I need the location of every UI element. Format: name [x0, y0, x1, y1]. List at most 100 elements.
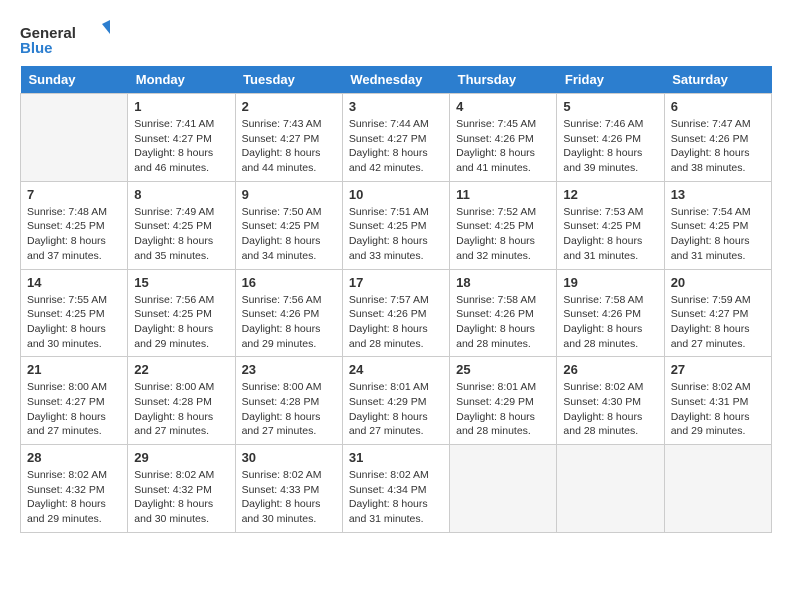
calendar-cell: 11Sunrise: 7:52 AMSunset: 4:25 PMDayligh…	[450, 181, 557, 269]
day-number: 6	[671, 99, 765, 114]
day-number: 10	[349, 187, 443, 202]
day-number: 19	[563, 275, 657, 290]
day-info: Sunrise: 7:57 AMSunset: 4:26 PMDaylight:…	[349, 293, 443, 352]
day-number: 26	[563, 362, 657, 377]
day-info: Sunrise: 7:51 AMSunset: 4:25 PMDaylight:…	[349, 205, 443, 264]
day-info: Sunrise: 7:41 AMSunset: 4:27 PMDaylight:…	[134, 117, 228, 176]
calendar-cell: 1 Sunrise: 7:41 AMSunset: 4:27 PMDaylight…	[128, 94, 235, 182]
calendar-cell: 25 Sunrise: 8:01 AMSunset: 4:29 PMDayligh…	[450, 357, 557, 445]
day-info: Sunrise: 7:48 AMSunset: 4:25 PMDaylight:…	[27, 205, 121, 264]
calendar-cell: 29 Sunrise: 8:02 AMSunset: 4:32 PMDayligh…	[128, 445, 235, 533]
weekday-header-wednesday: Wednesday	[342, 66, 449, 94]
calendar-cell: 6 Sunrise: 7:47 AMSunset: 4:26 PMDaylight…	[664, 94, 771, 182]
calendar-cell: 21Sunrise: 8:00 AMSunset: 4:27 PMDayligh…	[21, 357, 128, 445]
day-number: 2	[242, 99, 336, 114]
day-info: Sunrise: 7:46 AMSunset: 4:26 PMDaylight:…	[563, 117, 657, 176]
calendar-cell: 16Sunrise: 7:56 AMSunset: 4:26 PMDayligh…	[235, 269, 342, 357]
calendar-cell	[450, 445, 557, 533]
day-info: Sunrise: 8:02 AMSunset: 4:33 PMDaylight:…	[242, 468, 336, 527]
day-number: 5	[563, 99, 657, 114]
day-number: 29	[134, 450, 228, 465]
day-number: 23	[242, 362, 336, 377]
weekday-header-saturday: Saturday	[664, 66, 771, 94]
day-info: Sunrise: 7:45 AMSunset: 4:26 PMDaylight:…	[456, 117, 550, 176]
day-number: 17	[349, 275, 443, 290]
day-number: 31	[349, 450, 443, 465]
day-number: 25	[456, 362, 550, 377]
day-info: Sunrise: 7:50 AMSunset: 4:25 PMDaylight:…	[242, 205, 336, 264]
day-number: 3	[349, 99, 443, 114]
day-info: Sunrise: 8:00 AMSunset: 4:28 PMDaylight:…	[134, 380, 228, 439]
calendar-cell	[664, 445, 771, 533]
day-number: 1	[134, 99, 228, 114]
day-info: Sunrise: 8:02 AMSunset: 4:31 PMDaylight:…	[671, 380, 765, 439]
day-number: 28	[27, 450, 121, 465]
calendar-cell: 31 Sunrise: 8:02 AMSunset: 4:34 PMDayligh…	[342, 445, 449, 533]
calendar-cell: 28 Sunrise: 8:02 AMSunset: 4:32 PMDayligh…	[21, 445, 128, 533]
calendar-week-5: 28 Sunrise: 8:02 AMSunset: 4:32 PMDayligh…	[21, 445, 772, 533]
day-info: Sunrise: 8:02 AMSunset: 4:30 PMDaylight:…	[563, 380, 657, 439]
weekday-header-sunday: Sunday	[21, 66, 128, 94]
calendar-cell: 5 Sunrise: 7:46 AMSunset: 4:26 PMDaylight…	[557, 94, 664, 182]
weekday-header-thursday: Thursday	[450, 66, 557, 94]
day-info: Sunrise: 8:02 AMSunset: 4:32 PMDaylight:…	[27, 468, 121, 527]
day-info: Sunrise: 8:02 AMSunset: 4:32 PMDaylight:…	[134, 468, 228, 527]
calendar-cell: 14Sunrise: 7:55 AMSunset: 4:25 PMDayligh…	[21, 269, 128, 357]
day-info: Sunrise: 7:54 AMSunset: 4:25 PMDaylight:…	[671, 205, 765, 264]
day-number: 15	[134, 275, 228, 290]
calendar-cell: 30 Sunrise: 8:02 AMSunset: 4:33 PMDayligh…	[235, 445, 342, 533]
calendar-body: 1 Sunrise: 7:41 AMSunset: 4:27 PMDaylight…	[21, 94, 772, 533]
calendar-cell: 13Sunrise: 7:54 AMSunset: 4:25 PMDayligh…	[664, 181, 771, 269]
calendar-cell: 9 Sunrise: 7:50 AMSunset: 4:25 PMDaylight…	[235, 181, 342, 269]
day-number: 8	[134, 187, 228, 202]
calendar-cell: 12Sunrise: 7:53 AMSunset: 4:25 PMDayligh…	[557, 181, 664, 269]
calendar-cell: 8 Sunrise: 7:49 AMSunset: 4:25 PMDaylight…	[128, 181, 235, 269]
day-info: Sunrise: 8:02 AMSunset: 4:34 PMDaylight:…	[349, 468, 443, 527]
calendar-table: SundayMondayTuesdayWednesdayThursdayFrid…	[20, 66, 772, 533]
day-number: 24	[349, 362, 443, 377]
day-number: 27	[671, 362, 765, 377]
weekday-header-row: SundayMondayTuesdayWednesdayThursdayFrid…	[21, 66, 772, 94]
day-info: Sunrise: 7:55 AMSunset: 4:25 PMDaylight:…	[27, 293, 121, 352]
page-header: General Blue	[20, 20, 772, 56]
calendar-cell: 3Sunrise: 7:44 AMSunset: 4:27 PMDaylight…	[342, 94, 449, 182]
day-number: 22	[134, 362, 228, 377]
logo: General Blue	[20, 20, 110, 56]
weekday-header-tuesday: Tuesday	[235, 66, 342, 94]
calendar-cell: 23Sunrise: 8:00 AMSunset: 4:28 PMDayligh…	[235, 357, 342, 445]
calendar-week-2: 7 Sunrise: 7:48 AMSunset: 4:25 PMDaylight…	[21, 181, 772, 269]
day-number: 21	[27, 362, 121, 377]
calendar-cell: 7 Sunrise: 7:48 AMSunset: 4:25 PMDaylight…	[21, 181, 128, 269]
calendar-cell: 10 Sunrise: 7:51 AMSunset: 4:25 PMDayligh…	[342, 181, 449, 269]
day-number: 16	[242, 275, 336, 290]
day-number: 9	[242, 187, 336, 202]
day-info: Sunrise: 7:43 AMSunset: 4:27 PMDaylight:…	[242, 117, 336, 176]
day-info: Sunrise: 7:49 AMSunset: 4:25 PMDaylight:…	[134, 205, 228, 264]
day-number: 18	[456, 275, 550, 290]
day-info: Sunrise: 8:01 AMSunset: 4:29 PMDaylight:…	[456, 380, 550, 439]
calendar-week-1: 1 Sunrise: 7:41 AMSunset: 4:27 PMDaylight…	[21, 94, 772, 182]
day-info: Sunrise: 8:01 AMSunset: 4:29 PMDaylight:…	[349, 380, 443, 439]
calendar-cell: 17 Sunrise: 7:57 AMSunset: 4:26 PMDayligh…	[342, 269, 449, 357]
calendar-cell: 4Sunrise: 7:45 AMSunset: 4:26 PMDaylight…	[450, 94, 557, 182]
day-info: Sunrise: 7:53 AMSunset: 4:25 PMDaylight:…	[563, 205, 657, 264]
weekday-header-friday: Friday	[557, 66, 664, 94]
calendar-cell: 2 Sunrise: 7:43 AMSunset: 4:27 PMDaylight…	[235, 94, 342, 182]
svg-text:Blue: Blue	[20, 40, 53, 56]
calendar-week-3: 14Sunrise: 7:55 AMSunset: 4:25 PMDayligh…	[21, 269, 772, 357]
calendar-cell: 15 Sunrise: 7:56 AMSunset: 4:25 PMDayligh…	[128, 269, 235, 357]
calendar-cell	[557, 445, 664, 533]
day-info: Sunrise: 7:56 AMSunset: 4:25 PMDaylight:…	[134, 293, 228, 352]
weekday-header-monday: Monday	[128, 66, 235, 94]
day-number: 20	[671, 275, 765, 290]
calendar-cell: 18Sunrise: 7:58 AMSunset: 4:26 PMDayligh…	[450, 269, 557, 357]
day-info: Sunrise: 7:59 AMSunset: 4:27 PMDaylight:…	[671, 293, 765, 352]
day-info: Sunrise: 7:47 AMSunset: 4:26 PMDaylight:…	[671, 117, 765, 176]
logo-svg: General Blue	[20, 20, 110, 56]
day-number: 11	[456, 187, 550, 202]
calendar-cell: 27 Sunrise: 8:02 AMSunset: 4:31 PMDayligh…	[664, 357, 771, 445]
day-number: 7	[27, 187, 121, 202]
calendar-cell: 19Sunrise: 7:58 AMSunset: 4:26 PMDayligh…	[557, 269, 664, 357]
calendar-cell: 26 Sunrise: 8:02 AMSunset: 4:30 PMDayligh…	[557, 357, 664, 445]
day-number: 30	[242, 450, 336, 465]
